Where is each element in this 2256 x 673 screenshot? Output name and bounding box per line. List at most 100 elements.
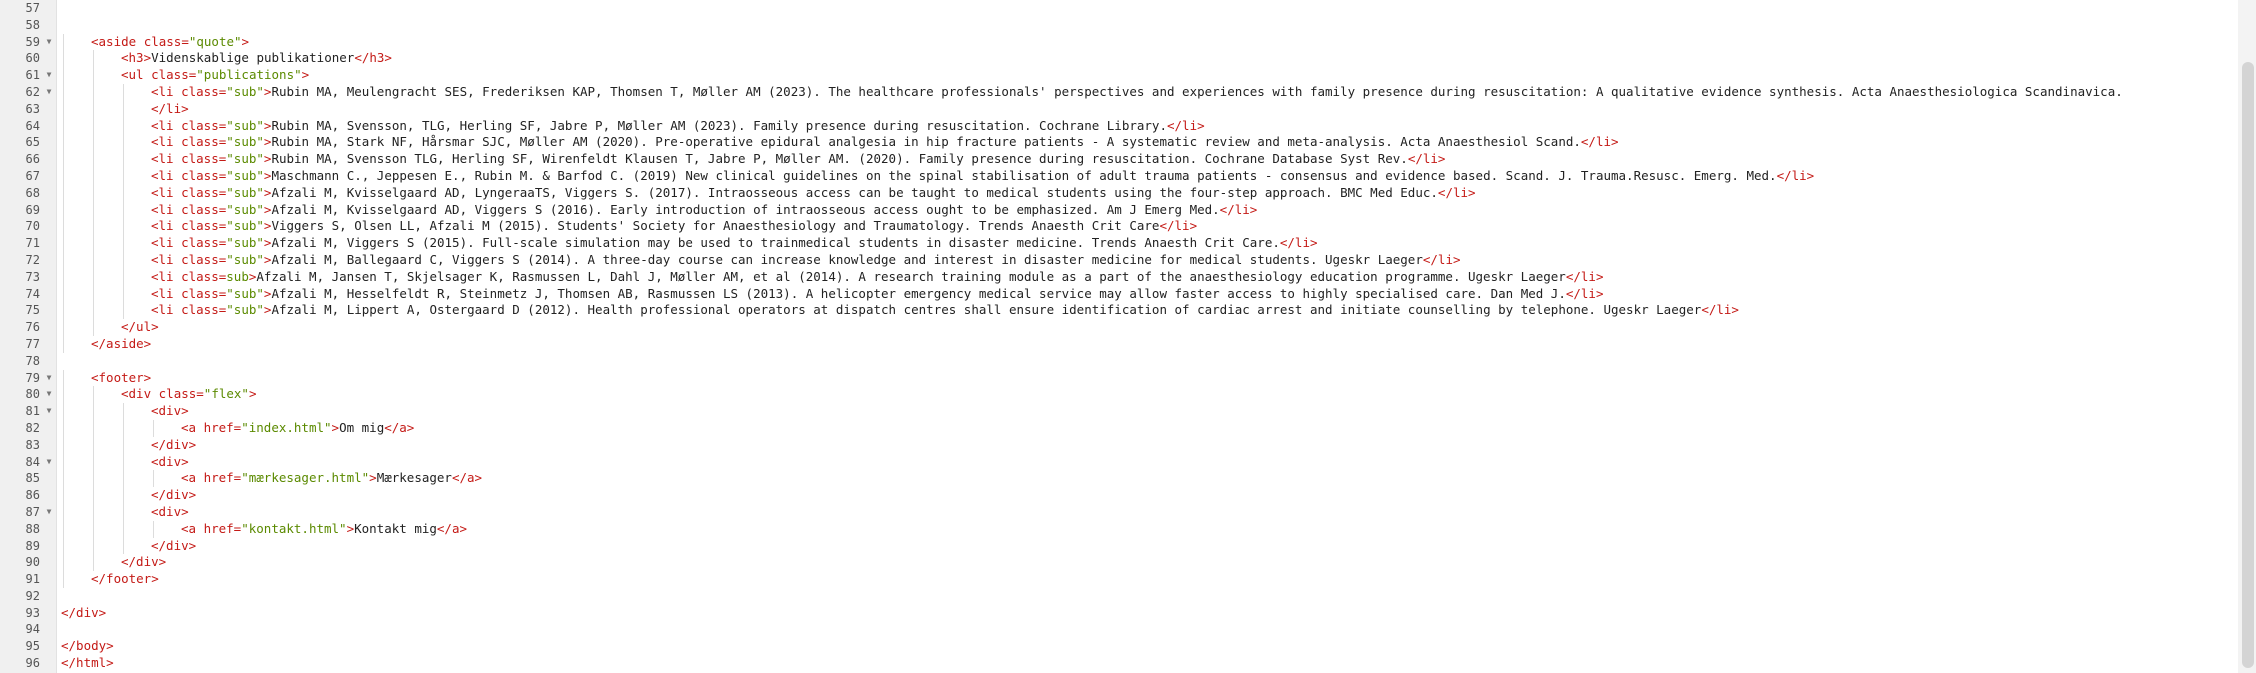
token-txt: Afzali M, Ballegaard C, Viggers S (2014)…	[271, 251, 1423, 267]
code-line[interactable]: 90 </div>	[0, 554, 2236, 572]
line-number: 82	[25, 420, 40, 435]
code-text: </footer>	[91, 571, 159, 588]
code-line[interactable]: 96 </html>	[0, 655, 2236, 672]
code-text: </li>	[151, 101, 189, 118]
token-attr: class=	[181, 218, 227, 234]
chevron-down-icon[interactable]: ▼	[44, 504, 54, 521]
code-line[interactable]: 68 <li class="sub">Afzali M, Kvisselgaard…	[0, 184, 2236, 202]
code-line[interactable]: 58	[0, 17, 2236, 34]
code-line[interactable]: 63 </li>	[0, 100, 2236, 118]
line-number: 76	[25, 320, 40, 335]
code-line[interactable]: 77 </aside>	[0, 335, 2236, 353]
code-editor[interactable]: 57 58 59 ▼ <aside class="quote"> 60 <h3>Videns…	[0, 0, 2256, 673]
code-line[interactable]: 94	[0, 621, 2236, 638]
code-line[interactable]: 87 ▼ <div>	[0, 503, 2236, 521]
indent-guide	[63, 50, 64, 68]
code-line[interactable]: 79 ▼ <footer>	[0, 369, 2236, 387]
code-line[interactable]: 69 <li class="sub">Afzali M, Kvisselgaard…	[0, 201, 2236, 219]
indent-guide	[93, 419, 94, 437]
line-number: 59	[25, 34, 40, 49]
indent-guide	[123, 268, 124, 286]
token-tag: </li>	[1279, 235, 1318, 251]
token-tag: <li	[151, 134, 182, 150]
code-line[interactable]: 92	[0, 588, 2236, 605]
code-line[interactable]: 74 <li class="sub">Afzali M, Hesselfeldt …	[0, 285, 2236, 303]
token-tag: <div>	[151, 403, 189, 419]
code-line[interactable]: 65 <li class="sub">Rubin MA, Stark NF, Hå…	[0, 134, 2236, 152]
line-number: 72	[25, 252, 40, 267]
chevron-down-icon[interactable]: ▼	[44, 386, 54, 403]
code-text: <ul class="publications">	[121, 67, 309, 84]
code-line[interactable]: 71 <li class="sub">Afzali M, Viggers S (2…	[0, 235, 2236, 252]
indent-guide	[63, 117, 64, 135]
code-lines[interactable]: 57 58 59 ▼ <aside class="quote"> 60 <h3>Videns…	[0, 0, 2236, 672]
token-txt: Mærkesager	[376, 470, 452, 486]
chevron-down-icon[interactable]: ▼	[44, 34, 54, 51]
token-tag: <li	[151, 167, 182, 183]
code-line[interactable]: 60 <h3>Videnskablige publikationer</h3>	[0, 50, 2236, 68]
indent-guide	[93, 117, 94, 135]
line-number: 90	[25, 555, 40, 570]
token-tag: </li>	[1580, 134, 1619, 150]
chevron-down-icon[interactable]: ▼	[44, 403, 54, 420]
code-line[interactable]: 57	[0, 0, 2236, 17]
code-line[interactable]: 81 ▼ <div>	[0, 403, 2236, 420]
token-tag: <li	[151, 151, 182, 167]
chevron-down-icon[interactable]: ▼	[44, 370, 54, 387]
chevron-down-icon[interactable]: ▼	[44, 84, 54, 101]
indent-guide	[63, 369, 64, 387]
indent-guide	[93, 520, 94, 538]
code-line[interactable]: 70 <li class="sub">Viggers S, Olsen LL, A…	[0, 218, 2236, 236]
line-number: 84	[25, 454, 40, 469]
token-tag: </div>	[151, 537, 197, 553]
code-line[interactable]: 88 <a href="kontakt.html">Kontakt mig</a>	[0, 520, 2236, 538]
code-line[interactable]: 83 </div>	[0, 436, 2236, 454]
code-line[interactable]: 95 </body>	[0, 638, 2236, 655]
indent-guide	[93, 184, 94, 202]
indent-guide	[93, 134, 94, 152]
code-line[interactable]: 85 <a href="mærkesager.html">Mærkesager</…	[0, 470, 2236, 488]
code-line[interactable]: 75 <li class="sub">Afzali M, Lippert A, O…	[0, 302, 2236, 320]
code-line[interactable]: 62 ▼ <li class="sub">Rubin MA, Meulengrach…	[0, 83, 2236, 101]
token-attr: class=	[181, 151, 227, 167]
chevron-down-icon[interactable]: ▼	[44, 67, 54, 84]
indent-guide	[123, 487, 124, 504]
indent-guide	[63, 100, 64, 118]
code-line[interactable]: 64 <li class="sub">Rubin MA, Svensson, TL…	[0, 117, 2236, 135]
code-line[interactable]: 93 </div>	[0, 605, 2236, 622]
code-line[interactable]: 89 </div>	[0, 537, 2236, 555]
chevron-down-icon[interactable]: ▼	[44, 454, 54, 471]
token-tag: </li>	[1407, 151, 1446, 167]
code-line[interactable]: 61 ▼ <ul class="publications">	[0, 67, 2236, 84]
line-number: 74	[25, 286, 40, 301]
code-line[interactable]: 67 <li class="sub">Maschmann C., Jeppesen…	[0, 167, 2236, 185]
code-line[interactable]: 59 ▼ <aside class="quote">	[0, 33, 2236, 51]
token-tag: </li>	[1159, 218, 1198, 234]
line-number: 67	[25, 168, 40, 183]
line-number: 75	[25, 303, 40, 318]
code-line[interactable]: 80 ▼ <div class="flex">	[0, 386, 2236, 404]
line-number: 93	[25, 605, 40, 620]
token-attr: href=	[203, 470, 242, 486]
indent-guide	[63, 285, 64, 303]
code-line[interactable]: 84 ▼ <div>	[0, 453, 2236, 471]
token-tag: </ul>	[121, 319, 159, 335]
indent-guide	[63, 319, 64, 336]
code-line[interactable]: 73 <li class=sub>Afzali M, Jansen T, Skje…	[0, 268, 2236, 286]
code-line[interactable]: 72 <li class="sub">Afzali M, Ballegaard C…	[0, 251, 2236, 269]
vertical-scrollbar[interactable]	[2238, 0, 2256, 673]
token-tag: </li>	[1167, 117, 1205, 133]
indent-guide	[63, 503, 64, 521]
code-line[interactable]: 66 <li class="sub">Rubin MA, Svensson TLG…	[0, 151, 2236, 168]
line-number: 70	[25, 219, 40, 234]
token-val: "sub"	[226, 184, 264, 200]
token-attr: class=	[181, 302, 227, 318]
code-line[interactable]: 91 </footer>	[0, 571, 2236, 588]
code-line[interactable]: 78	[0, 353, 2236, 370]
code-line[interactable]: 86 </div>	[0, 487, 2236, 504]
indent-guide	[123, 83, 124, 101]
scrollbar-thumb[interactable]	[2242, 62, 2254, 668]
code-line[interactable]: 82 <a href="index.html">Om mig</a>	[0, 419, 2236, 437]
code-text: <li class="sub">Rubin MA, Stark NF, Hårs…	[151, 134, 1619, 151]
code-line[interactable]: 76 </ul>	[0, 319, 2236, 336]
